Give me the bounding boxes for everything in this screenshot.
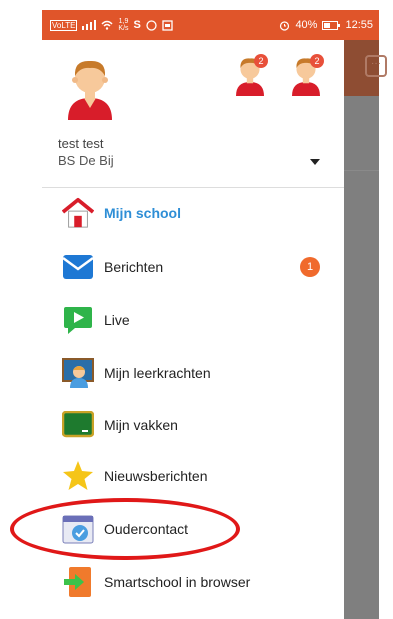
volte-icon: VoLTE: [50, 19, 78, 31]
chalkboard-icon: [62, 409, 94, 441]
clock-time: 12:55: [345, 19, 373, 31]
video-play-icon: [62, 304, 94, 336]
menu-item-berichten[interactable]: Berichten 1: [42, 243, 344, 291]
menu-label: Oudercontact: [104, 521, 189, 537]
teacher-icon: [62, 357, 94, 389]
calendar-clock-icon: [62, 513, 94, 545]
menu-label: Mijn vakken: [104, 417, 178, 433]
menu-label: Nieuwsberichten: [104, 468, 208, 484]
envelope-icon: [62, 251, 94, 283]
user-name: test test: [58, 136, 104, 151]
alarm-icon: [280, 20, 290, 31]
menu-label: Berichten: [104, 259, 164, 275]
menu-item-smartschool-in-browser[interactable]: Smartschool in browser: [42, 558, 344, 606]
menu-label: Mijn school: [104, 205, 181, 221]
menu-item-oudercontact[interactable]: Oudercontact: [42, 505, 344, 553]
child-avatar-1[interactable]: 2: [232, 54, 268, 101]
status-bar: VoLTE 1,9 K/s S 40% 12:55: [42, 10, 379, 40]
menu-item-mijn-vakken[interactable]: Mijn vakken: [42, 401, 344, 449]
browser-arrow-icon: [62, 566, 94, 598]
unread-count-badge: 1: [300, 257, 320, 277]
menu-label: Smartschool in browser: [104, 574, 251, 590]
background-divider: [344, 170, 379, 171]
wifi-icon: [101, 20, 113, 30]
background-chip-icon: ···: [365, 55, 387, 77]
signal-icon: [82, 20, 97, 30]
menu-label: Mijn leerkrachten: [104, 365, 211, 381]
navigation-drawer: 2 2 test test BS De Bij Mijn school Beri…: [42, 40, 344, 619]
user-avatar[interactable]: [62, 54, 118, 125]
star-icon: [62, 460, 94, 492]
account-dropdown-icon[interactable]: [310, 159, 320, 165]
menu-item-mijn-leerkrachten[interactable]: Mijn leerkrachten: [42, 349, 344, 397]
child-notification-badge: 2: [254, 54, 268, 68]
drawer-divider: [42, 187, 344, 188]
avatar-icon: [68, 60, 112, 120]
house-icon: [62, 197, 94, 229]
battery-icon: [322, 20, 341, 30]
child-avatar-2[interactable]: 2: [288, 54, 324, 101]
drawer-scrim[interactable]: [344, 40, 379, 619]
menu-item-nieuwsberichten[interactable]: Nieuwsberichten: [42, 452, 344, 500]
whatsapp-icon: [146, 19, 157, 31]
s-letter-icon: S: [133, 19, 141, 31]
menu-label: Live: [104, 312, 130, 328]
child-notification-badge: 2: [310, 54, 324, 68]
menu-item-live[interactable]: Live: [42, 296, 344, 344]
gallery-icon: [162, 19, 173, 31]
school-name: BS De Bij: [58, 153, 114, 168]
menu-item-mijn-school[interactable]: Mijn school: [42, 189, 344, 237]
network-speed: 1,9 K/s: [118, 18, 129, 32]
battery-percent: 40%: [295, 19, 318, 31]
